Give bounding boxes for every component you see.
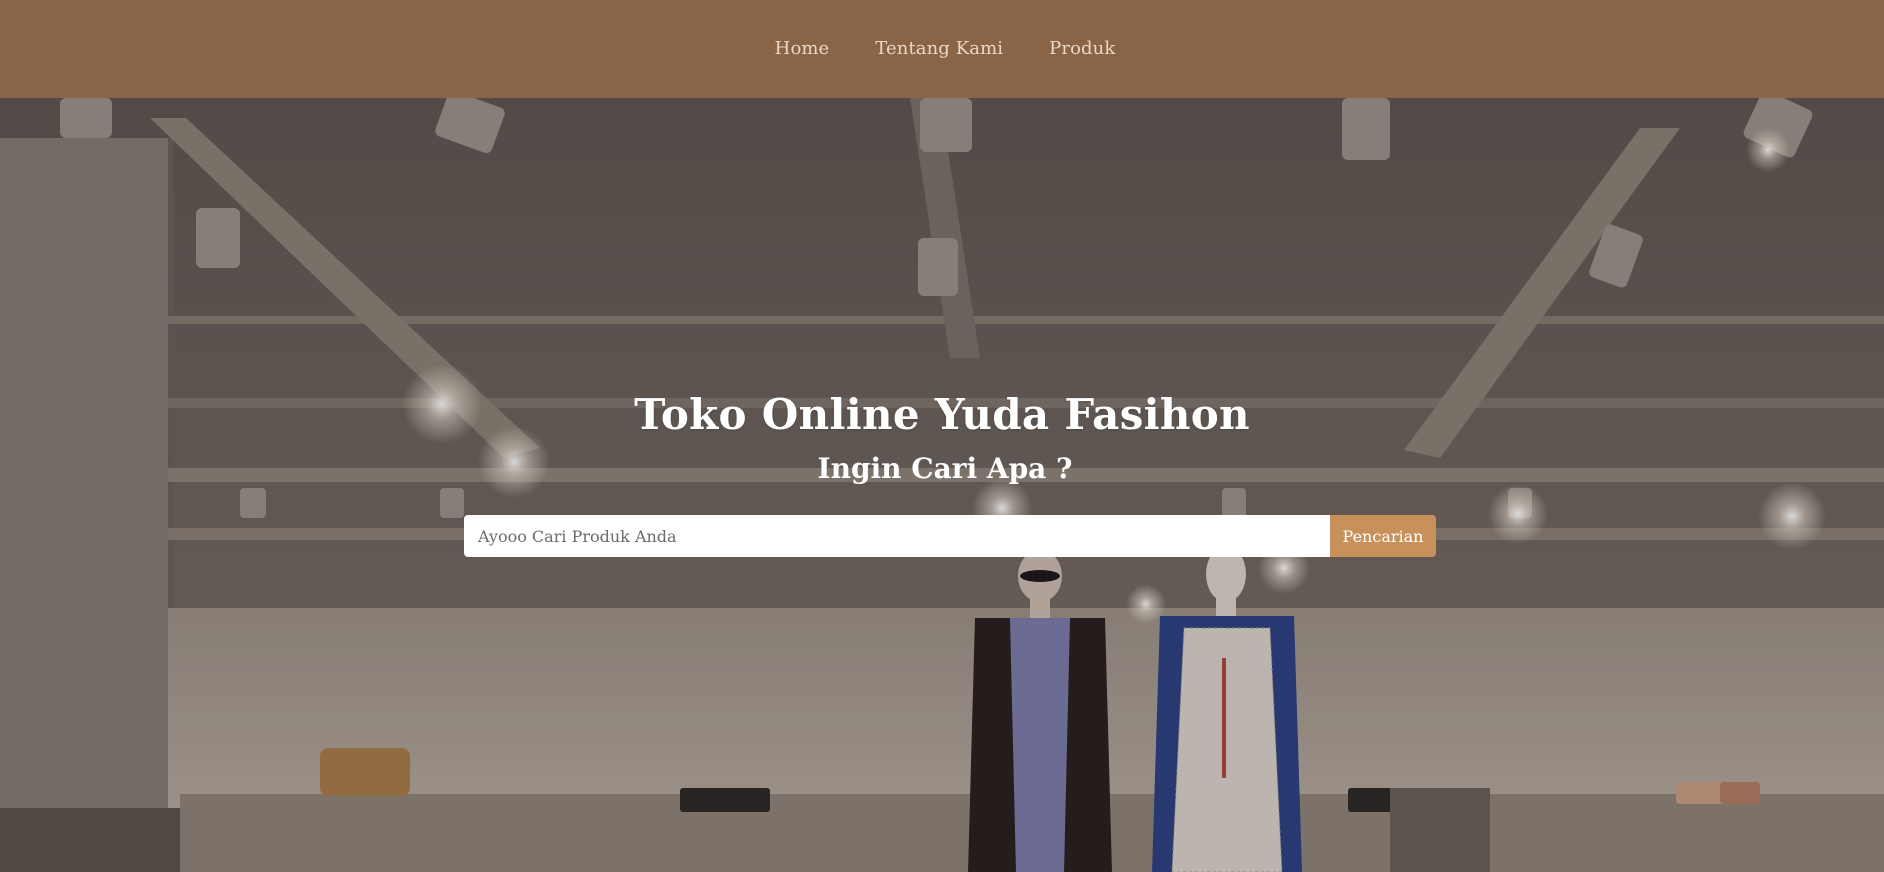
top-navbar: Home Tentang Kami Produk (0, 0, 1884, 98)
nav-link-home[interactable]: Home (775, 38, 830, 59)
search-form: Pencarian (464, 515, 1436, 557)
hero-section: Toko Online Yuda Fasihon Ingin Cari Apa … (0, 98, 1884, 872)
nav-link-produk[interactable]: Produk (1049, 38, 1115, 59)
search-input[interactable] (464, 515, 1330, 557)
hero-subtitle: Ingin Cari Apa ? (817, 452, 1073, 485)
search-button[interactable]: Pencarian (1330, 515, 1436, 557)
hero-content: Toko Online Yuda Fasihon Ingin Cari Apa … (0, 98, 1884, 872)
nav-link-tentang-kami[interactable]: Tentang Kami (875, 38, 1003, 59)
nav-links: Home Tentang Kami Produk (775, 38, 1116, 59)
hero-title: Toko Online Yuda Fasihon (634, 390, 1250, 439)
